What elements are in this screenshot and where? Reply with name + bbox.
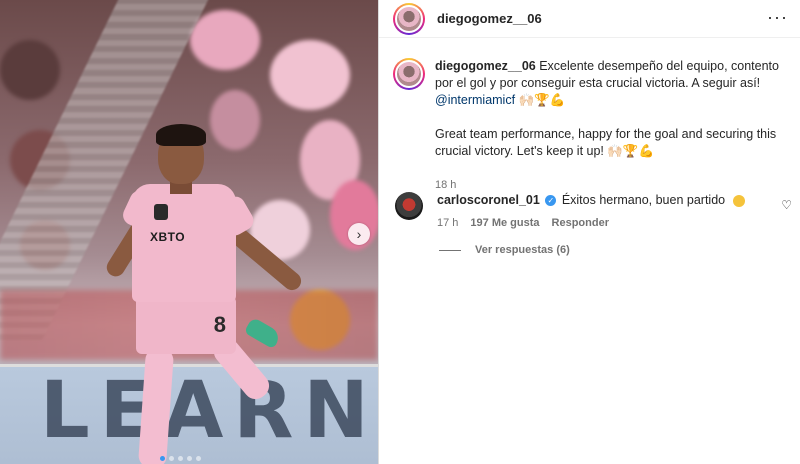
caption-emojis: 🙌🏻🏆💪 — [515, 93, 566, 107]
carousel-dot — [196, 456, 201, 461]
reply-button[interactable]: Responder — [552, 215, 609, 232]
player-figure: 8 XBTO — [70, 120, 330, 464]
replies-divider — [439, 249, 461, 251]
carousel-dot — [169, 456, 174, 461]
heart-icon[interactable]: ♡ — [781, 198, 792, 212]
carousel-dots — [160, 456, 201, 461]
jersey-sponsor: XBTO — [150, 230, 186, 244]
view-replies-button[interactable]: Ver respuestas (6) — [439, 244, 570, 256]
post-caption: diegogomez__06 Excelente desempeño del e… — [393, 58, 793, 194]
author-avatar[interactable] — [393, 2, 425, 35]
post-photo[interactable]: LEARN M 8 XBTO › — [0, 0, 378, 464]
carousel-dot — [178, 456, 183, 461]
author-username[interactable]: diegogomez__06 — [437, 11, 542, 26]
carousel-dot — [160, 456, 165, 461]
caption-avatar[interactable] — [393, 58, 425, 90]
caption-emojis: 🙌🏻🏆💪 — [603, 144, 655, 158]
verified-badge-icon: ✓ — [545, 195, 557, 207]
commenter-avatar[interactable] — [395, 192, 423, 220]
view-replies-label: Ver respuestas (6) — [475, 244, 570, 256]
player-shorts: 8 — [136, 296, 236, 354]
chevron-right-icon[interactable]: › — [348, 223, 370, 245]
mention-link[interactable]: @intermiamicf — [435, 93, 515, 107]
comment-likes[interactable]: 197 Me gusta — [470, 215, 539, 232]
shorts-number: 8 — [213, 312, 226, 337]
player-jersey: XBTO — [132, 184, 236, 302]
carousel-dot — [187, 456, 192, 461]
comment-timestamp[interactable]: 17 h — [437, 215, 458, 232]
caption-username[interactable]: diegogomez__06 — [435, 59, 536, 73]
more-horizontal-icon[interactable]: ··· — [767, 8, 788, 26]
club-crest-icon — [154, 204, 168, 220]
post-side-panel: diegogomez__06 ··· diegogomez__06 Excele… — [378, 0, 800, 464]
clapping-hands-icon — [732, 194, 745, 207]
commenter-username[interactable]: carloscoronel_01 — [437, 193, 540, 207]
post-header: diegogomez__06 ··· — [379, 0, 800, 38]
comment-text: Éxitos hermano, buen partido — [561, 193, 726, 207]
comment-item: carloscoronel_01 ✓ Éxitos hermano, buen … — [393, 192, 793, 232]
